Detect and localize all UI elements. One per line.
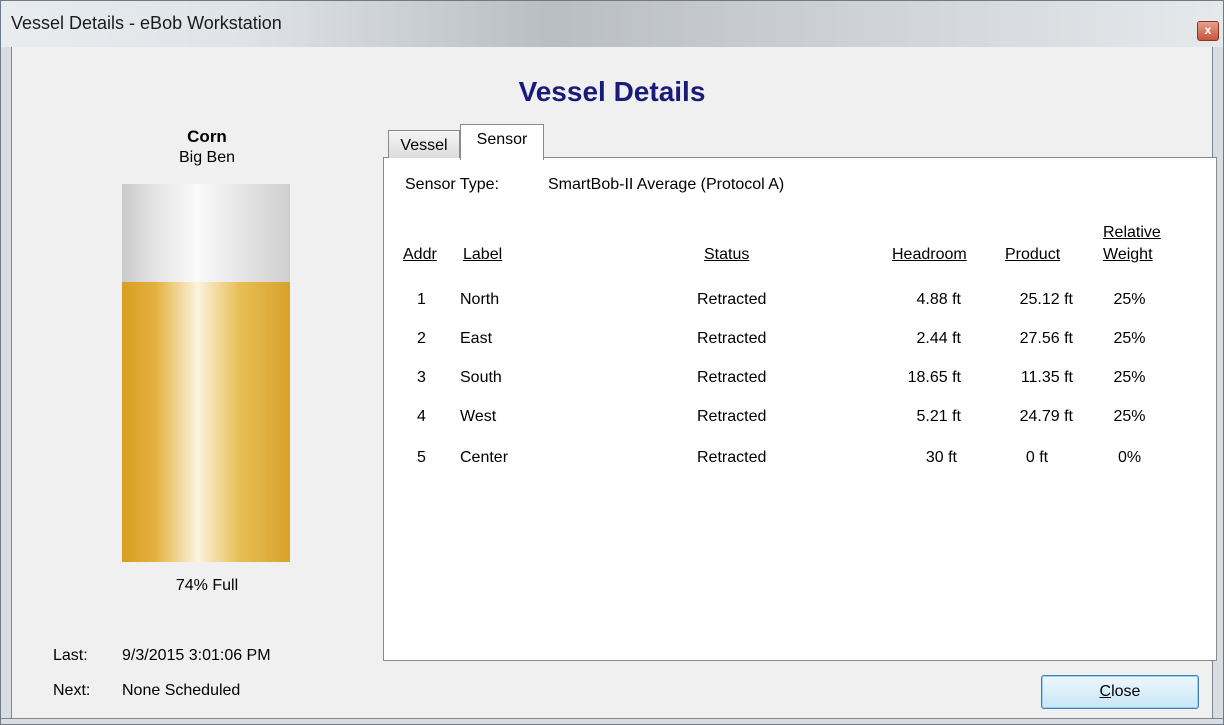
row-3-status: Retracted <box>697 369 767 386</box>
sensor-type-label: Sensor Type: <box>405 176 499 193</box>
row-1-label: North <box>460 291 500 308</box>
vessel-level-gauge <box>122 184 290 562</box>
column-header-addr: Addr <box>403 246 437 263</box>
last-reading-label: Last: <box>53 647 88 664</box>
last-reading-value: 9/3/2015 3:01:06 PM <box>122 647 271 664</box>
window-close-icon[interactable]: x <box>1197 21 1219 41</box>
window-title: Vessel Details - eBob Workstation <box>11 13 282 33</box>
row-1-weight: 25% <box>1113 291 1146 308</box>
next-reading-value: None Scheduled <box>122 682 241 699</box>
row-2-status: Retracted <box>697 330 767 347</box>
title-bar[interactable]: Vessel Details - eBob Workstation x <box>1 1 1223 47</box>
column-header-weight: Weight <box>1103 246 1153 263</box>
fill-percentage-label: 74% Full <box>175 577 239 594</box>
row-3-headroom: 18.65 ft <box>907 369 961 386</box>
close-button-label: lose <box>1111 683 1141 700</box>
row-1-addr: 1 <box>417 291 426 308</box>
sensor-tab-panel <box>383 157 1217 661</box>
column-header-status: Status <box>704 246 750 263</box>
column-header-product: Product <box>1005 246 1061 263</box>
window-frame-bottom <box>1 718 1223 724</box>
row-1-status: Retracted <box>697 291 767 308</box>
row-3-product: 11.35 ft <box>1020 369 1073 386</box>
row-5-status: Retracted <box>697 449 767 466</box>
tab-sensor[interactable]: Sensor <box>460 124 544 160</box>
row-5-product: 0 ft <box>1025 449 1049 466</box>
row-2-weight: 25% <box>1113 330 1146 347</box>
close-button[interactable]: Close <box>1041 675 1199 709</box>
row-2-label: East <box>460 330 493 347</box>
row-4-addr: 4 <box>417 408 426 425</box>
tab-vessel[interactable]: Vessel <box>388 130 460 158</box>
row-3-weight: 25% <box>1113 369 1146 386</box>
row-5-label: Center <box>460 449 509 466</box>
row-5-headroom: 30 ft <box>925 449 957 466</box>
row-4-status: Retracted <box>697 408 767 425</box>
product-name: Corn <box>187 127 227 146</box>
vessel-name: Big Ben <box>178 149 236 166</box>
row-4-product: 24.79 ft <box>1019 408 1073 425</box>
row-5-weight: 0% <box>1117 449 1142 466</box>
next-reading-label: Next: <box>53 682 91 699</box>
close-button-mnemonic: C <box>1099 683 1112 700</box>
row-4-headroom: 5.21 ft <box>916 408 961 425</box>
row-5-addr: 5 <box>417 449 426 466</box>
row-2-headroom: 2.44 ft <box>916 330 961 347</box>
sensor-type-value: SmartBob-II Average (Protocol A) <box>548 176 785 193</box>
vessel-level-fill <box>122 282 290 562</box>
row-4-label: West <box>460 408 497 425</box>
page-title: Vessel Details <box>518 76 706 107</box>
column-header-relative: Relative <box>1103 224 1161 241</box>
row-3-addr: 3 <box>417 369 426 386</box>
window-frame-left <box>1 47 12 722</box>
row-4-weight: 25% <box>1113 408 1146 425</box>
row-2-addr: 2 <box>417 330 426 347</box>
row-1-headroom: 4.88 ft <box>916 291 961 308</box>
row-1-product: 25.12 ft <box>1019 291 1073 308</box>
column-header-headroom: Headroom <box>892 246 967 263</box>
column-header-label: Label <box>463 246 503 263</box>
row-2-product: 27.56 ft <box>1019 330 1073 347</box>
row-3-label: South <box>460 369 502 386</box>
